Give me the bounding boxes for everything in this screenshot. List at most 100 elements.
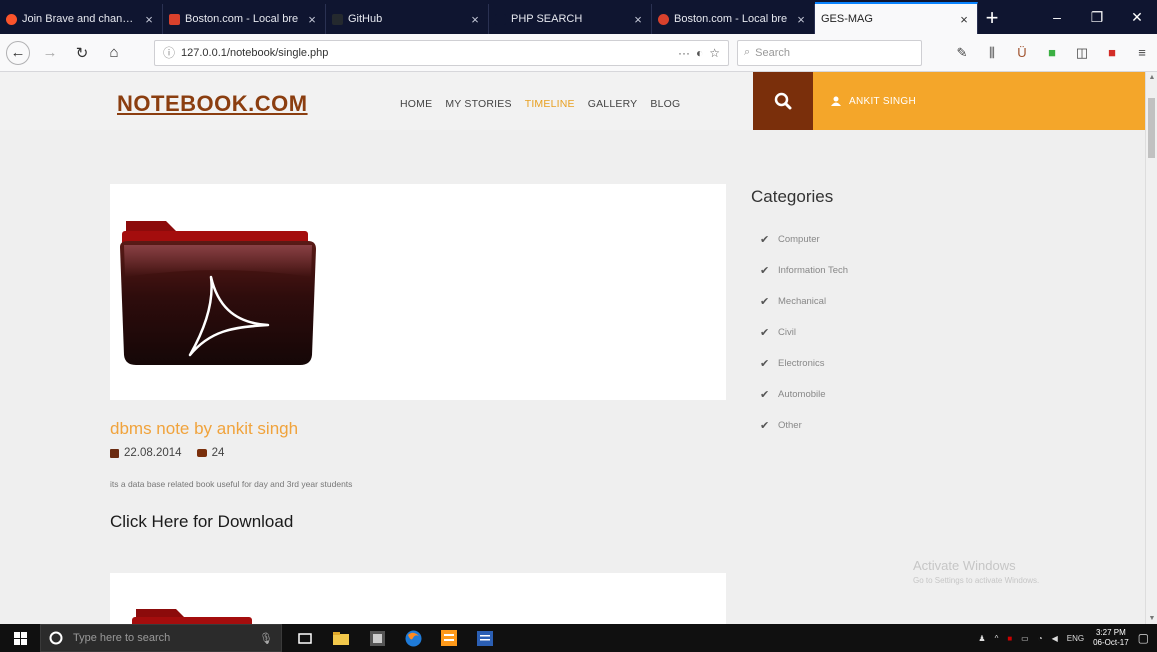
site-header: NOTEBOOK.COM HOME MY STORIES TIMELINE GA… xyxy=(0,72,1145,130)
wifi-icon[interactable]: ◔ xyxy=(1038,634,1043,643)
category-item[interactable]: ✔ Electronics xyxy=(760,348,848,379)
close-tab-icon[interactable]: × xyxy=(305,12,319,27)
clock-time: 3:27 PM xyxy=(1095,628,1126,637)
browser-tab[interactable]: PHP SEARCH × xyxy=(489,4,652,34)
post-image-card[interactable] xyxy=(110,184,726,400)
url-text: 127.0.0.1/notebook/single.php xyxy=(181,46,329,59)
language-indicator[interactable]: ENG xyxy=(1067,634,1084,643)
post-meta: 22.08.2014 24 xyxy=(110,447,224,459)
category-item[interactable]: ✔ Civil xyxy=(760,317,848,348)
site-logo[interactable]: NOTEBOOK.COM xyxy=(117,91,308,117)
people-icon[interactable]: ♟ xyxy=(978,634,985,643)
check-icon: ✔ xyxy=(760,389,770,401)
post-description: its a data base related book useful for … xyxy=(110,479,353,489)
back-icon[interactable]: ← xyxy=(6,40,30,65)
category-label: Automobile xyxy=(778,389,826,400)
close-tab-icon[interactable]: × xyxy=(468,12,482,27)
menu-item-timeline[interactable]: TIMELINE xyxy=(525,98,575,110)
tools-icon[interactable]: ✎ xyxy=(953,44,971,62)
battery-icon[interactable]: ▭ xyxy=(1021,634,1029,643)
category-item[interactable]: ✔ Other xyxy=(760,410,848,441)
search-input[interactable]: ⌕ Search xyxy=(737,39,922,66)
windows-logo-icon xyxy=(13,631,27,645)
volume-icon[interactable]: ◀ xyxy=(1052,634,1058,643)
comment-count: 24 xyxy=(211,447,225,459)
pocket-icon[interactable]: ◐ xyxy=(696,46,703,60)
close-tab-icon[interactable]: × xyxy=(957,12,971,27)
browser-tab[interactable]: GitHub × xyxy=(326,4,489,34)
category-item[interactable]: ✔ Automobile xyxy=(760,379,848,410)
page-scrollbar[interactable]: ▲ ▼ xyxy=(1145,72,1157,624)
check-icon: ✔ xyxy=(760,358,770,370)
menu-item-my-stories[interactable]: MY STORIES xyxy=(445,98,511,110)
categories-heading: Categories xyxy=(751,187,834,206)
check-icon: ✔ xyxy=(760,265,770,277)
tab-label: GES-MAG xyxy=(821,13,873,25)
taskbar-clock[interactable]: 3:27 PM 06-Oct-17 xyxy=(1093,628,1129,648)
menu-icon[interactable]: ≡ xyxy=(1133,44,1151,62)
address-bar[interactable]: ⓘ 127.0.0.1/notebook/single.php ··· ◐ ☆ xyxy=(154,39,729,66)
search-icon xyxy=(774,92,792,110)
category-item[interactable]: ✔ Computer xyxy=(760,224,848,255)
library-icon[interactable]: ⫼ xyxy=(983,44,1001,62)
taskbar-search-input[interactable]: Type here to search 🎙 xyxy=(40,624,282,652)
close-window-icon[interactable]: ✕ xyxy=(1117,0,1157,34)
user-account-bar[interactable]: ANKIT SINGH xyxy=(813,72,1145,130)
page-actions-icon[interactable]: ··· xyxy=(678,46,690,60)
activate-windows-watermark: Activate Windows Go to Settings to activ… xyxy=(913,558,1039,585)
restore-icon[interactable]: ❐ xyxy=(1077,0,1117,34)
sidebar-icon[interactable]: ◫ xyxy=(1073,44,1091,62)
browser-tab[interactable]: Join Brave and change th × xyxy=(0,4,163,34)
task-view-icon[interactable] xyxy=(290,624,320,652)
menu-item-blog[interactable]: BLOG xyxy=(650,98,680,110)
scrollbar-thumb[interactable] xyxy=(1148,98,1155,158)
file-explorer-icon[interactable] xyxy=(326,624,356,652)
category-item[interactable]: ✔ Mechanical xyxy=(760,286,848,317)
sublime-icon[interactable] xyxy=(434,624,464,652)
close-tab-icon[interactable]: × xyxy=(142,12,156,27)
reload-icon[interactable]: ↻ xyxy=(70,41,94,65)
category-label: Civil xyxy=(778,327,796,338)
app-icon[interactable] xyxy=(362,624,392,652)
tray-chevron-icon[interactable]: ^ xyxy=(995,634,999,643)
comment-icon xyxy=(196,449,207,457)
action-center-icon[interactable]: ▢ xyxy=(1138,631,1149,645)
extension-icon[interactable]: ■ xyxy=(1043,44,1061,62)
search-icon: ⌕ xyxy=(744,46,751,58)
firefox-icon[interactable] xyxy=(398,624,428,652)
download-link[interactable]: Click Here for Download xyxy=(110,512,293,532)
menu-item-gallery[interactable]: GALLERY xyxy=(588,98,638,110)
post-title[interactable]: dbms note by ankit singh xyxy=(110,419,298,439)
network-icon[interactable]: ■ xyxy=(1007,634,1012,643)
category-item[interactable]: ✔ Information Tech xyxy=(760,255,848,286)
menu-item-home[interactable]: HOME xyxy=(400,98,432,110)
minimize-icon[interactable]: – xyxy=(1037,0,1077,34)
browser-tab[interactable]: Boston.com - Local bre × xyxy=(163,4,326,34)
start-button[interactable] xyxy=(0,624,40,652)
taskbar-apps xyxy=(290,624,500,652)
lastpass-icon[interactable]: ■ xyxy=(1103,44,1121,62)
boston-icon xyxy=(658,13,669,25)
site-search-button[interactable] xyxy=(753,72,813,130)
forward-icon[interactable]: → xyxy=(38,41,62,65)
scroll-up-icon[interactable]: ▲ xyxy=(1146,74,1157,81)
close-tab-icon[interactable]: × xyxy=(794,12,808,27)
bookmark-star-icon[interactable]: ☆ xyxy=(709,46,720,60)
cortana-icon xyxy=(49,631,63,645)
site-info-icon[interactable]: ⓘ xyxy=(163,44,175,61)
home-icon[interactable]: ⌂ xyxy=(102,41,126,65)
ublock-icon[interactable]: Ü xyxy=(1013,44,1031,62)
browser-toolbar: ← → ↻ ⌂ ⓘ 127.0.0.1/notebook/single.php … xyxy=(0,34,1157,72)
main-menu: HOME MY STORIES TIMELINE GALLERY BLOG xyxy=(400,98,680,110)
category-label: Computer xyxy=(778,234,820,245)
page-icon xyxy=(495,13,506,25)
browser-tab[interactable]: Boston.com - Local bre × xyxy=(652,4,815,34)
close-tab-icon[interactable]: × xyxy=(631,12,645,27)
tab-label: PHP SEARCH xyxy=(511,13,583,25)
microphone-icon[interactable]: 🎙 xyxy=(259,632,273,645)
browser-tab-active[interactable]: GES-MAG × xyxy=(815,2,978,34)
category-label: Electronics xyxy=(778,358,825,369)
new-tab-button[interactable]: + xyxy=(978,4,1006,34)
word-icon[interactable] xyxy=(470,624,500,652)
scroll-down-icon[interactable]: ▼ xyxy=(1146,615,1157,622)
